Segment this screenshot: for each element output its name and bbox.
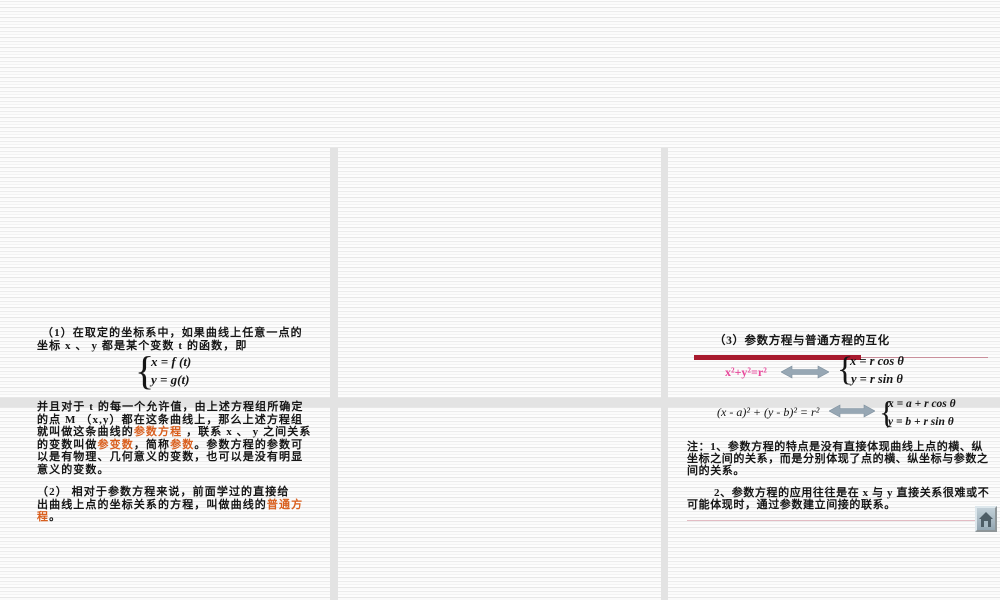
slide-sorter-canvas: （1）在取定的坐标系中，如果曲线上任意一点的 坐标 x 、 y 都是某个变数 t… (0, 0, 1000, 600)
column-gap-2 (661, 148, 668, 600)
equation-y: y = g(t) (151, 372, 190, 387)
column-gap-1 (330, 148, 338, 600)
slide-think-1[interactable]: 思考1：圆心为原点，半径为 r 的圆的参数方程是什么呢？ 演示1 如果点P的坐标… (338, 407, 661, 600)
slide-circle-parametric-title[interactable]: 2、圆的参数方程 { x = a + r cos θ y = b + r sin… (668, 148, 1000, 398)
slide-parametric-definition[interactable]: （1）在取定的坐标系中，如果曲线上任意一点的 坐标 x 、 y 都是某个变数 t… (0, 148, 330, 523)
slide-outline[interactable]: 1. 圆的参数方程 { (1) 圆心在原点的圆参数方程 (2) 圆心不在原点的圆… (0, 407, 330, 600)
slide-think-2[interactable]: 思考2:圆心为O₁(a,b)、半径为r的圆的标准方程 为(x - a)² + (… (668, 407, 1000, 600)
slide-equation-conversion[interactable]: （3）参数方程与普通方程的互化 x²+y²=r² { x = r cos θ y… (338, 148, 997, 532)
equation-x: x = f (t) (151, 354, 192, 369)
